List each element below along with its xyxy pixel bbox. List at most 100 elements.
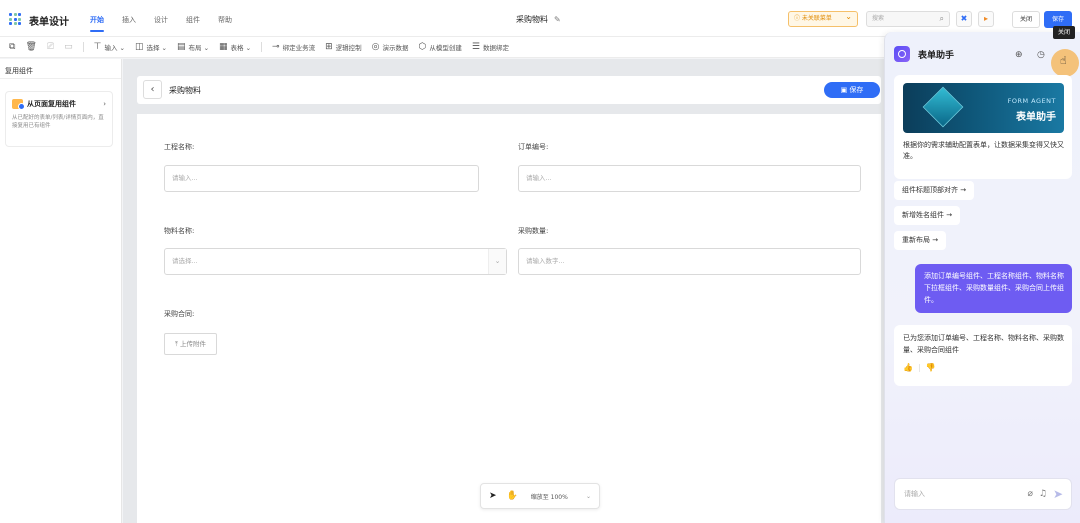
assistant-intro-card: FORM AGENT 表单助手 根据你的需求辅助配置表单，让数据采集变得又快又准… xyxy=(894,75,1072,179)
bind-workflow-button[interactable]: ⊸ 绑定业务流 xyxy=(272,42,315,52)
warning-icon: ⓘ xyxy=(794,15,802,22)
assistant-banner: FORM AGENT 表单助手 xyxy=(903,83,1064,133)
edit-pencil-icon[interactable]: ✎ xyxy=(554,15,561,24)
warning-text: 未关联菜单 xyxy=(801,15,832,22)
trash-icon: 🗑 xyxy=(25,42,37,52)
chat-input[interactable]: 请输入 ⌀ ♫ ➤ xyxy=(894,478,1072,510)
card-description: 从已配好的表单/列表/详情页面内，直接复用已有组件 xyxy=(12,115,104,129)
insert-select-menu[interactable]: ◫ 选择 ⌄ xyxy=(135,42,167,52)
feedback-divider: | xyxy=(917,363,921,372)
history-icon[interactable]: ◷ xyxy=(1037,50,1045,60)
app-title: 表单设计 xyxy=(29,17,69,28)
layout-icon: ▤ xyxy=(176,42,186,52)
suggestion-chip[interactable]: 重新布局 → xyxy=(894,231,947,250)
order-no-placeholder: 请输入... xyxy=(526,174,552,182)
toolbar-label: 数据绑定 xyxy=(482,44,509,52)
reuse-from-page-card[interactable]: 从页面复用组件 › 从已配好的表单/列表/详情页面内，直接复用已有组件 xyxy=(5,91,113,147)
thumbs-down-icon[interactable]: 👎 xyxy=(926,362,936,374)
app-logo-icon xyxy=(9,13,21,25)
form-body: 工程名称: 请输入... 订单编号: 请输入... 物料名称: 请选择... ⌄… xyxy=(137,114,881,523)
material-name-select[interactable]: 请选择... ⌄ xyxy=(164,248,507,275)
form-title: 采购物料 xyxy=(169,86,201,95)
card-header: 从页面复用组件 › xyxy=(12,99,106,110)
insert-input-menu[interactable]: ⊤ 输入 ⌄ xyxy=(94,42,125,52)
banner-chinese-title: 表单助手 xyxy=(1016,112,1056,123)
form-save-label: 保存 xyxy=(849,86,864,94)
document-title-text: 采购物料 xyxy=(516,15,548,24)
document-title[interactable]: 采购物料 ✎ xyxy=(516,14,561,25)
toolbar-label: 输入 ⌄ xyxy=(104,44,125,52)
back-button[interactable]: ‹ xyxy=(143,80,162,99)
upload-attachment-button[interactable]: ⤒ 上传附件 xyxy=(164,333,217,355)
panel-title: 复用组件 xyxy=(0,59,121,79)
project-name-input[interactable]: 请输入... xyxy=(164,165,479,192)
search-placeholder: 搜索 xyxy=(872,15,885,22)
toolbar-label: 逻辑控制 xyxy=(335,44,362,52)
paste-button[interactable]: ▭ xyxy=(64,42,73,52)
chat-input-placeholder: 请输入 xyxy=(904,490,925,498)
suggestion-chip[interactable]: 新增姓名组件 → xyxy=(894,206,961,225)
tab-insert[interactable]: 插入 xyxy=(122,15,136,25)
feedback-row: 👍 | 👎 xyxy=(903,362,1064,374)
purchase-qty-input[interactable]: 请输入数字... xyxy=(518,248,861,275)
project-name-label: 工程名称: xyxy=(164,143,195,151)
copy-button[interactable]: ⧉ xyxy=(9,42,15,52)
insert-layout-menu[interactable]: ▤ 布局 ⌄ xyxy=(177,42,209,52)
assistant-message-text: 已为您添加订单编号、工程名称、物料名称、采购数量、采购合同组件 xyxy=(903,334,1064,354)
menu-link-warning-dropdown[interactable]: ⓘ 未关联菜单 xyxy=(788,10,858,27)
zoom-level[interactable]: 缩放至 100% xyxy=(531,492,568,501)
order-no-input[interactable]: 请输入... xyxy=(518,165,861,192)
chevron-down-icon[interactable]: ⌄ xyxy=(586,493,591,500)
data-binding-button[interactable]: ☰ 数据绑定 xyxy=(472,42,509,52)
new-chat-icon[interactable]: ⊕ xyxy=(1015,50,1023,60)
table-icon: ▦ xyxy=(219,42,228,52)
bind-icon: ⊸ xyxy=(272,42,280,52)
toolbar-divider xyxy=(82,42,84,52)
toolbar-label: 演示数据 xyxy=(382,44,409,52)
format-brush-button[interactable]: ⎚ xyxy=(47,42,54,52)
search-icon: ⌕ xyxy=(939,14,944,23)
design-canvas: ‹ 采购物料 ▣ 保存 工程名称: 请输入... 订单编号: 请输入... 物料… xyxy=(123,59,885,523)
share-icon[interactable]: ✖ xyxy=(956,11,972,27)
assistant-header: 表单助手 xyxy=(894,46,954,62)
assistant-message: 已为您添加订单编号、工程名称、物料名称、采购数量、采购合同组件 👍 | 👎 xyxy=(894,325,1072,386)
purchase-qty-label: 采购数量: xyxy=(518,227,549,235)
insert-table-menu[interactable]: ▦ 表格 ⌄ xyxy=(219,42,251,52)
hand-tool-icon[interactable]: ✋ xyxy=(507,491,518,501)
material-name-placeholder: 请选择... xyxy=(172,257,198,265)
tab-start[interactable]: 开始 xyxy=(90,15,104,32)
search-input[interactable]: 搜索 ⌕ xyxy=(866,11,950,27)
contract-label: 采购合同: xyxy=(164,310,195,318)
brush-icon: ⎚ xyxy=(46,42,55,52)
thumbs-up-icon[interactable]: 👍 xyxy=(903,362,913,374)
close-button[interactable]: 关闭 xyxy=(1012,11,1040,28)
microphone-icon[interactable]: ♫ xyxy=(1039,479,1047,509)
chat-input-actions: ⌀ ♫ ➤ xyxy=(1027,479,1063,509)
delete-button[interactable]: 🗑 xyxy=(25,42,36,52)
pointer-tool-icon[interactable]: ➤ xyxy=(489,491,497,501)
demo-data-button[interactable]: ◎ 演示数据 xyxy=(372,42,409,52)
tab-help[interactable]: 帮助 xyxy=(218,15,232,25)
tab-design[interactable]: 设计 xyxy=(154,15,168,25)
preview-play-icon[interactable]: ▸ xyxy=(978,11,994,27)
zoom-bar: ➤ ✋ 缩放至 100% ⌄ xyxy=(480,483,600,509)
assistant-avatar-icon xyxy=(894,46,910,62)
tab-components[interactable]: 组件 xyxy=(186,15,200,25)
order-no-label: 订单编号: xyxy=(518,143,549,151)
toolbar-label: 选择 ⌄ xyxy=(146,44,167,52)
material-name-label: 物料名称: xyxy=(164,227,195,235)
chevron-left-icon: ‹ xyxy=(150,84,155,95)
create-from-model-button[interactable]: ⬡ 从模型创建 xyxy=(419,42,462,52)
suggestion-chip[interactable]: 组件标题顶部对齐 → xyxy=(894,181,975,200)
attach-icon[interactable]: ⌀ xyxy=(1027,479,1032,509)
copy-icon: ⧉ xyxy=(9,42,16,52)
upload-label: 上传附件 xyxy=(179,340,206,348)
cube-graphic-icon xyxy=(922,86,964,128)
paste-icon: ▭ xyxy=(64,42,73,52)
form-assistant-panel: 表单助手 ⊕ ◷ 关闭 ☝ FORM AGENT 表单助手 根据你的需求辅助配置… xyxy=(884,26,1080,523)
chevron-down-icon: ⌄ xyxy=(488,249,506,274)
send-icon[interactable]: ➤ xyxy=(1053,479,1063,509)
intro-text: 根据你的需求辅助配置表单，让数据采集变得又快又准。 xyxy=(903,141,1064,160)
form-save-button[interactable]: ▣ 保存 xyxy=(824,82,880,98)
logic-control-button[interactable]: ⊞ 逻辑控制 xyxy=(325,42,362,52)
